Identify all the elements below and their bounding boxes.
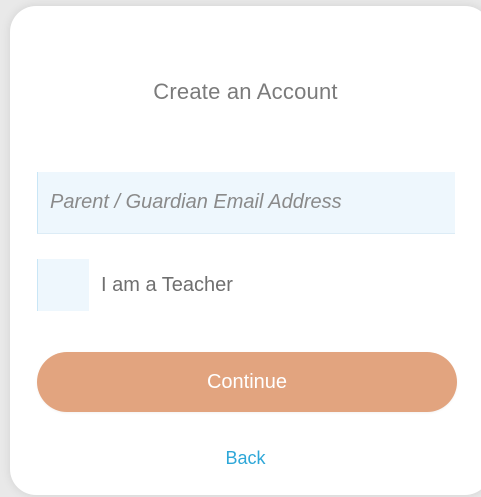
back-link[interactable]: Back bbox=[10, 448, 481, 469]
page-title: Create an Account bbox=[153, 79, 338, 104]
teacher-checkbox-label: I am a Teacher bbox=[101, 273, 233, 296]
continue-button[interactable]: Continue bbox=[37, 352, 457, 412]
teacher-checkbox-row[interactable]: I am a Teacher bbox=[37, 257, 233, 313]
create-account-card: Create an Account I am a Teacher Continu… bbox=[10, 6, 481, 495]
teacher-checkbox[interactable] bbox=[37, 259, 89, 311]
parent-email-input[interactable] bbox=[37, 172, 455, 234]
